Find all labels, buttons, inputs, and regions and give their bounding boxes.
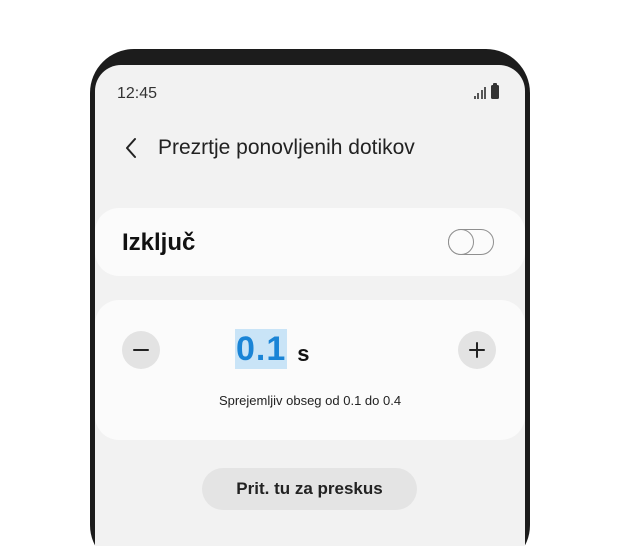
signal-icon [473, 86, 486, 99]
value-display: 0.1 s [235, 329, 310, 369]
back-button[interactable] [117, 133, 145, 163]
status-bar: 12:45 [95, 65, 525, 121]
header: Prezrtje ponovljenih dotikov [95, 127, 525, 171]
battery-icon [491, 83, 499, 99]
minus-icon [133, 349, 149, 351]
status-icons [473, 83, 499, 99]
stepper-card: 0.1 s Sprejemljiv obseg od 0.1 do 0.4 [95, 300, 525, 440]
test-tap-button[interactable]: Prit. tu za preskus [202, 468, 417, 510]
value-input[interactable]: 0.1 [235, 329, 288, 369]
chevron-left-icon [126, 138, 136, 158]
toggle-card[interactable]: Izključ [95, 208, 525, 276]
phone-screen: 12:45 Prezrtje ponovljenih dotikov Izklj… [95, 65, 525, 546]
increase-button[interactable] [458, 331, 496, 369]
toggle-label: Izključ [122, 229, 196, 256]
plus-icon [469, 342, 485, 358]
page-title: Prezrtje ponovljenih dotikov [158, 136, 415, 159]
value-unit: s [297, 341, 310, 366]
toggle-switch[interactable] [447, 228, 494, 255]
status-time: 12:45 [117, 85, 158, 102]
toggle-knob [447, 228, 474, 255]
range-text: Sprejemljiv obseg od 0.1 do 0.4 [218, 393, 402, 408]
decrease-button[interactable] [122, 331, 160, 369]
